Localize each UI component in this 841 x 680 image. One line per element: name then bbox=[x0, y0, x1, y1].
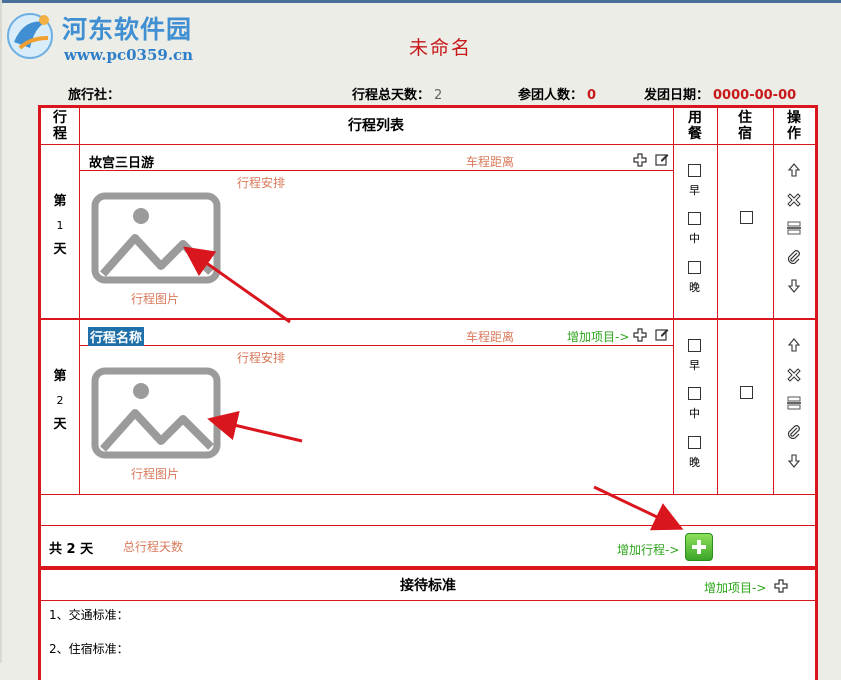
arrow-to-image-2 bbox=[207, 410, 303, 443]
arrow-to-add-trip bbox=[593, 485, 684, 531]
annotation-arrows bbox=[183, 246, 684, 531]
arrow-to-image-1 bbox=[183, 246, 291, 324]
